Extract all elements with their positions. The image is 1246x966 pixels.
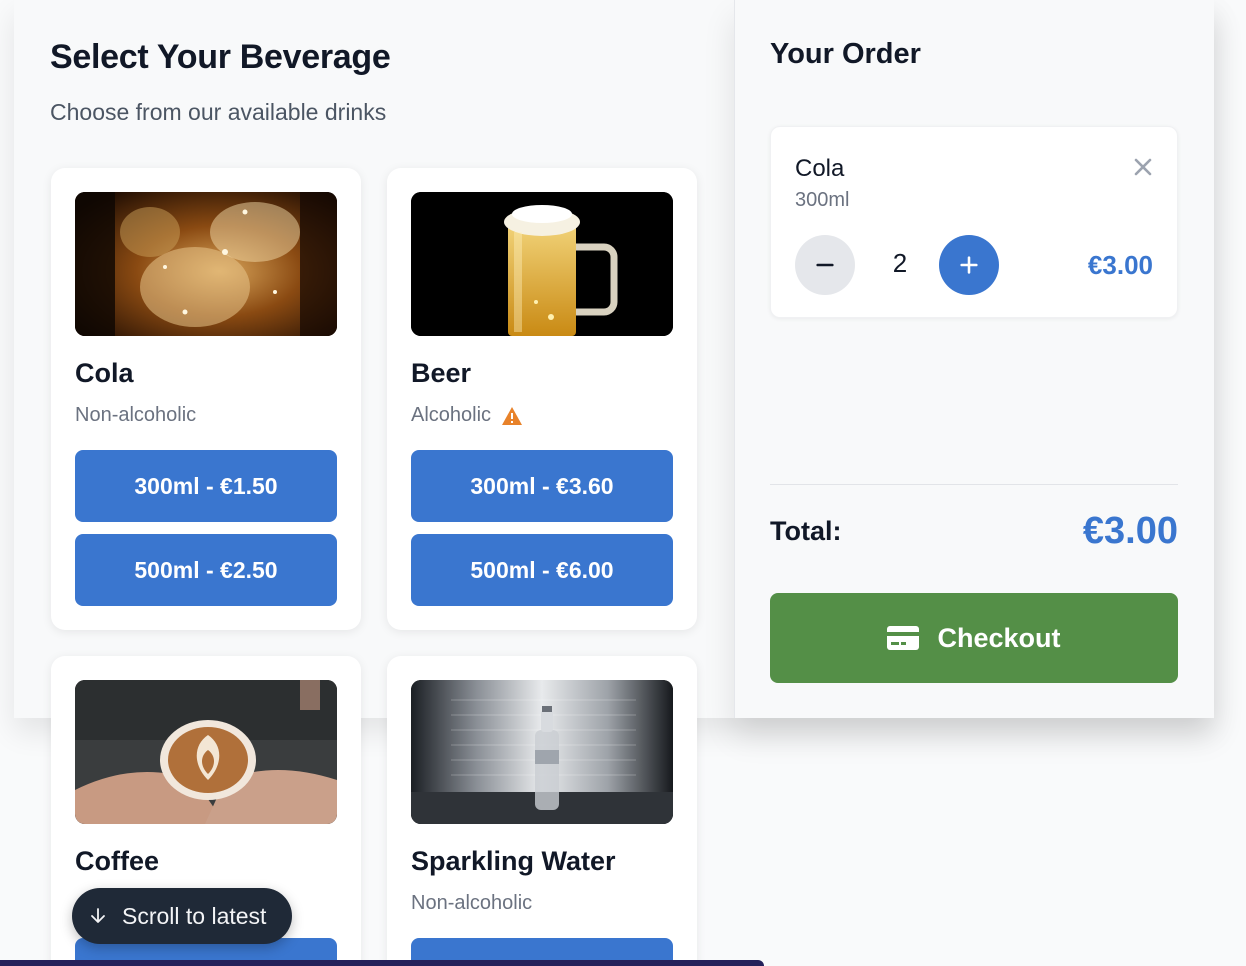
close-icon[interactable] [1131,155,1155,179]
bottom-bar [0,960,764,966]
water-image [411,680,673,824]
scroll-to-latest-button[interactable]: Scroll to latest [72,888,292,944]
order-title: Your Order [770,38,921,70]
beverage-name: Cola [75,358,134,388]
beverage-type: Non-alcoholic [411,892,532,915]
beverage-type-label: Alcoholic [411,404,492,426]
beverage-name: Sparkling Water [411,846,616,876]
minus-icon [816,263,834,267]
arrow-down-icon [91,908,105,923]
beverage-type-label: Non-alcoholic [75,404,197,426]
beverage-name: Coffee [75,846,160,876]
cola-image [75,192,337,336]
plus-icon [960,256,978,274]
app-root: Select Your Beverage Choose from our ava… [0,0,1246,966]
beverage-card-beer: Beer Alcoholic 300ml - €3.60 500ml - €6.… [387,168,697,630]
quantity-value: 2 [892,248,908,278]
order-item-price: €3.00 [1087,250,1153,280]
total-value: €3.00 [1082,510,1178,552]
beverage-type: Alcoholic [411,404,523,427]
order-item-name: Cola [795,155,845,182]
beverage-type-label: Non-alcoholic [411,892,533,914]
add-beer-300ml-button[interactable]: 300ml - €3.60 [411,450,673,522]
total-label: Total: [770,516,842,546]
warning-triangle-icon [502,406,523,425]
beverage-type: Non-alcoholic [75,404,196,427]
beverage-name: Beer [411,358,472,388]
credit-card-icon [887,626,920,650]
checkout-button[interactable]: Checkout [770,593,1178,683]
checkout-label: Checkout [937,622,1061,653]
increase-quantity-button[interactable] [939,235,999,295]
decrease-quantity-button[interactable] [795,235,855,295]
beverage-card-sparkling-water: Sparkling Water Non-alcoholic [387,656,697,966]
beer-image [411,192,673,336]
order-divider [770,484,1178,485]
page-title: Select Your Beverage [50,38,391,76]
add-cola-300ml-button[interactable]: 300ml - €1.50 [75,450,337,522]
order-item-size: 300ml [795,189,850,211]
page-subtitle: Choose from our available drinks [50,99,387,125]
order-item: Cola 300ml 2 €3.00 [770,126,1178,318]
add-beer-500ml-button[interactable]: 500ml - €6.00 [411,534,673,606]
add-cola-500ml-button[interactable]: 500ml - €2.50 [75,534,337,606]
scroll-to-latest-label: Scroll to latest [122,902,267,929]
coffee-image [75,680,337,824]
beverage-card-cola: Cola Non-alcoholic 300ml - €1.50 500ml -… [51,168,361,630]
